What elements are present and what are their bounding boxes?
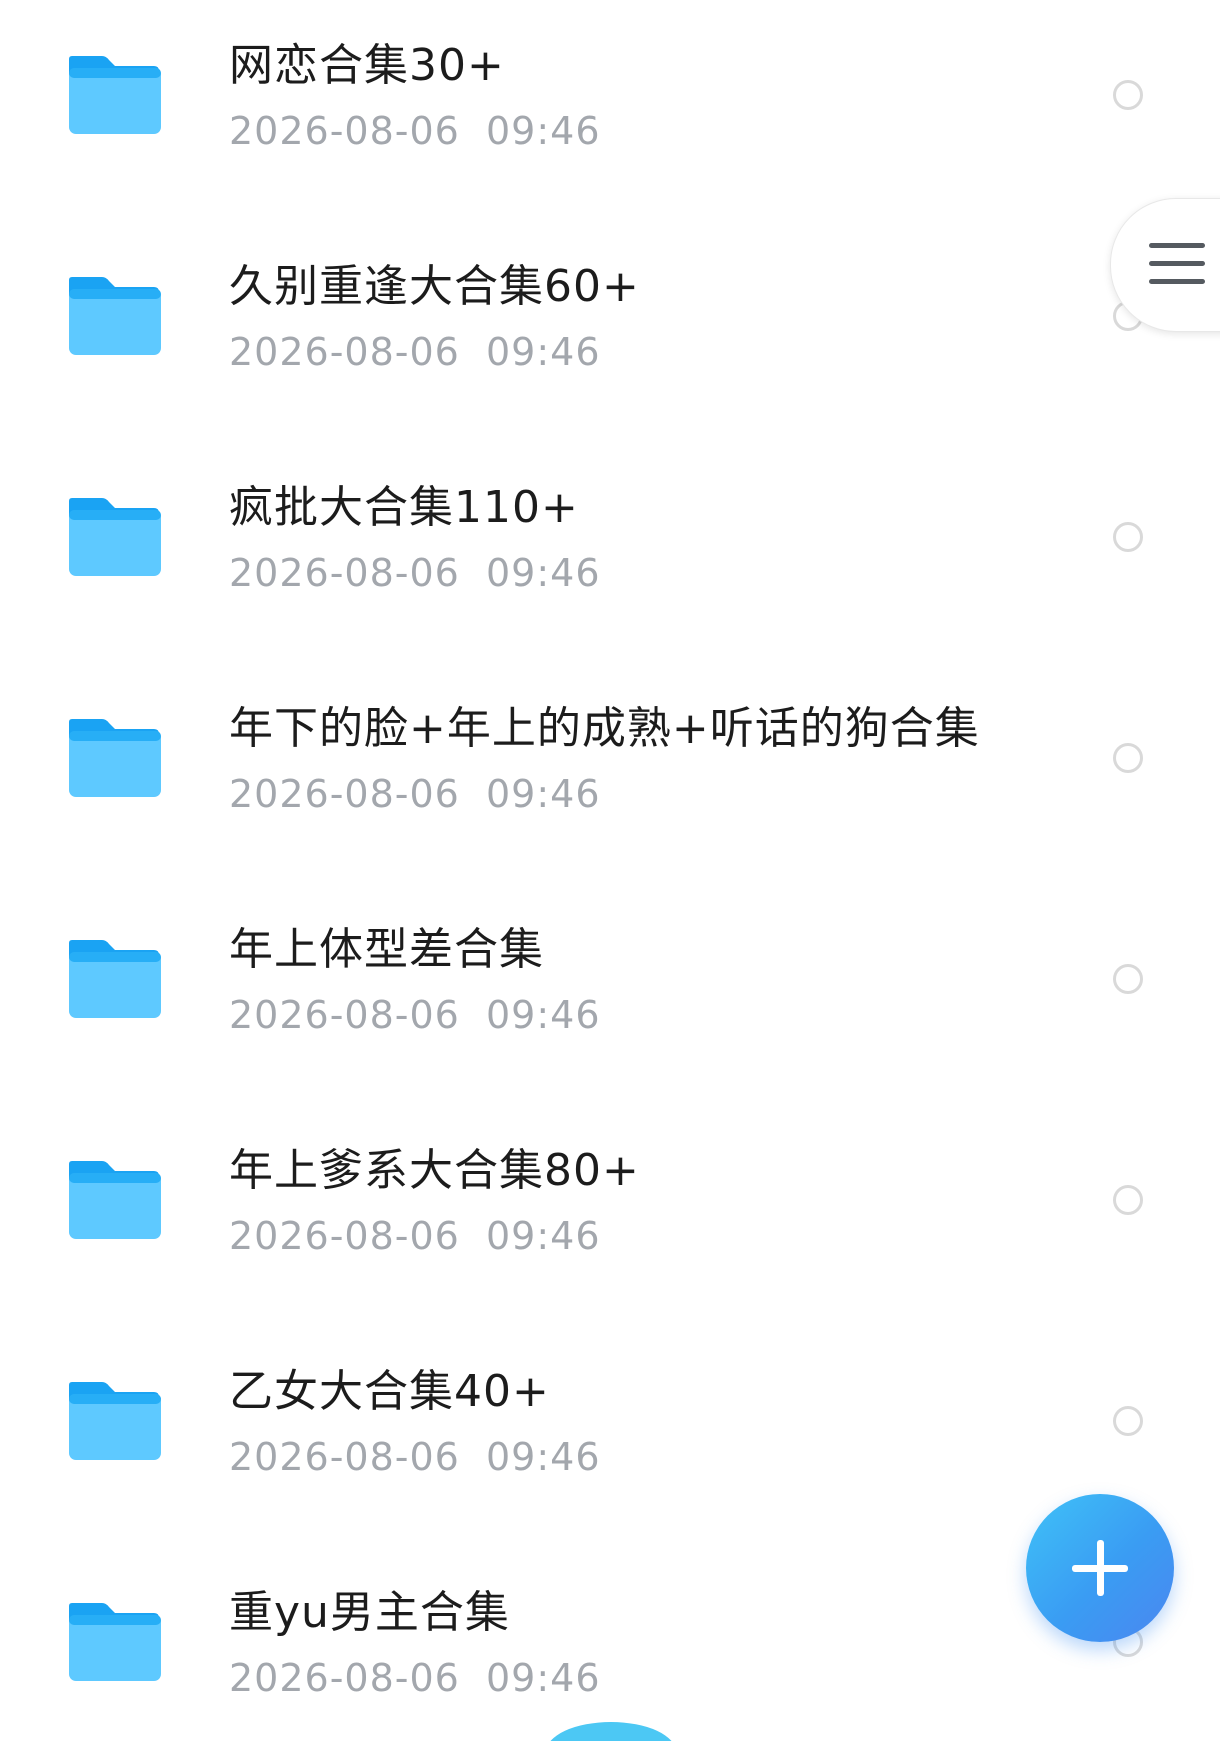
folder-icon [66, 1378, 162, 1462]
select-radio[interactable] [1113, 80, 1143, 110]
list-item[interactable]: 年上体型差合集 2026-08-06 09:46 [0, 884, 1220, 1105]
select-radio[interactable] [1113, 522, 1143, 552]
select-radio[interactable] [1113, 743, 1143, 773]
file-manager-screen: 网恋合集30+ 2026-08-06 09:46 久别重逢大合集60+ 2026… [0, 0, 1220, 1741]
file-date: 2026-08-06 09:46 [229, 1656, 601, 1700]
file-name: 年上爹系大合集80+ [229, 1145, 640, 1196]
file-name: 疯批大合集110+ [229, 482, 579, 533]
file-date: 2026-08-06 09:46 [229, 772, 601, 816]
file-name: 年下的脸+年上的成熟+听话的狗合集 [229, 703, 980, 754]
list-item[interactable]: 疯批大合集110+ 2026-08-06 09:46 [0, 442, 1220, 663]
file-date: 2026-08-06 09:46 [229, 1435, 601, 1479]
file-name: 乙女大合集40+ [229, 1366, 550, 1417]
hamburger-menu-icon [1149, 243, 1205, 297]
select-radio[interactable] [1113, 964, 1143, 994]
select-radio[interactable] [1113, 1185, 1143, 1215]
file-date: 2026-08-06 09:46 [229, 1214, 601, 1258]
file-name: 网恋合集30+ [229, 40, 505, 91]
file-date: 2026-08-06 09:46 [229, 330, 601, 374]
folder-icon [66, 494, 162, 578]
file-date: 2026-08-06 09:46 [229, 109, 601, 153]
list-item[interactable]: 乙女大合集40+ 2026-08-06 09:46 [0, 1326, 1220, 1547]
file-date: 2026-08-06 09:46 [229, 993, 601, 1037]
list-item[interactable]: 年下的脸+年上的成熟+听话的狗合集 2026-08-06 09:46 [0, 663, 1220, 884]
select-radio[interactable] [1113, 1406, 1143, 1436]
file-date: 2026-08-06 09:46 [229, 551, 601, 595]
list-item[interactable]: 年上爹系大合集80+ 2026-08-06 09:46 [0, 1105, 1220, 1326]
folder-icon [66, 52, 162, 136]
folder-icon [66, 273, 162, 357]
file-name: 久别重逢大合集60+ [229, 261, 640, 312]
file-name: 年上体型差合集 [229, 924, 544, 975]
folder-icon [66, 1599, 162, 1683]
list-item[interactable]: 网恋合集30+ 2026-08-06 09:46 [0, 0, 1220, 221]
add-button[interactable] [1026, 1494, 1174, 1642]
file-name: 重yu男主合集 [229, 1587, 510, 1638]
list-item[interactable]: 久别重逢大合集60+ 2026-08-06 09:46 [0, 221, 1220, 442]
folder-icon [66, 936, 162, 1020]
folder-icon [66, 715, 162, 799]
folder-icon [66, 1157, 162, 1241]
